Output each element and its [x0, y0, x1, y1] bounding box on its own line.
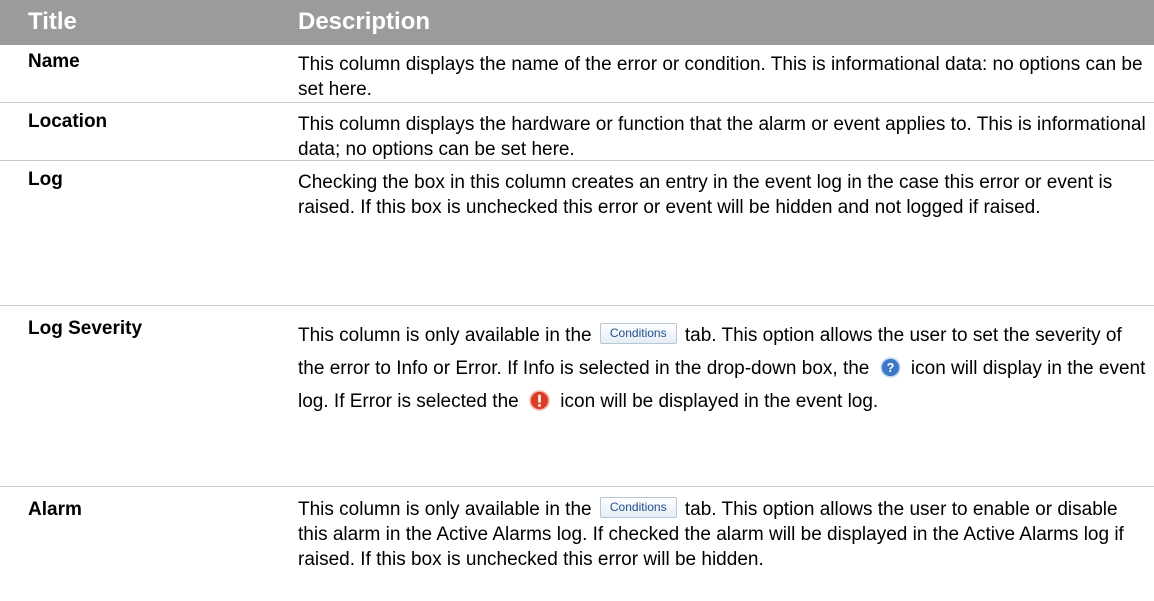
- description-text: This column is only available in the: [298, 499, 592, 520]
- row-description: This column is only available in the Con…: [298, 319, 1148, 418]
- table-row: Location This column displays the hardwa…: [0, 103, 1154, 161]
- row-description: This column displays the name of the err…: [298, 54, 1143, 100]
- description-text: This column is only available in the: [298, 325, 592, 346]
- error-exclamation-icon: [529, 390, 550, 411]
- row-title: Name: [28, 51, 80, 72]
- row-title: Location: [28, 111, 108, 132]
- table-row: Log Checking the box in this column crea…: [0, 161, 1154, 306]
- header-description: Description: [298, 8, 431, 35]
- table-row: Alarm This column is only available in t…: [0, 487, 1154, 601]
- row-description: This column displays the hardware or fun…: [298, 114, 1146, 160]
- info-question-icon: ?: [879, 357, 901, 378]
- row-title: Alarm: [28, 499, 82, 520]
- row-title: Log Severity: [28, 318, 143, 339]
- table-row: Name This column displays the name of th…: [0, 45, 1154, 103]
- conditions-tab-button[interactable]: Conditions: [599, 497, 677, 519]
- header-title: Title: [28, 8, 77, 35]
- svg-text:?: ?: [886, 361, 894, 375]
- conditions-tab-button[interactable]: Conditions: [599, 323, 677, 345]
- table-header: Title Description: [0, 0, 1154, 45]
- description-text: icon will be displayed in the event log.: [560, 391, 879, 412]
- options-table: Title Description Name This column displ…: [0, 0, 1154, 601]
- row-description: This column is only available in the Con…: [298, 497, 1148, 572]
- table-row: Log Severity This column is only availab…: [0, 306, 1154, 487]
- row-title: Log: [28, 169, 63, 190]
- row-description: Checking the box in this column creates …: [298, 172, 1113, 218]
